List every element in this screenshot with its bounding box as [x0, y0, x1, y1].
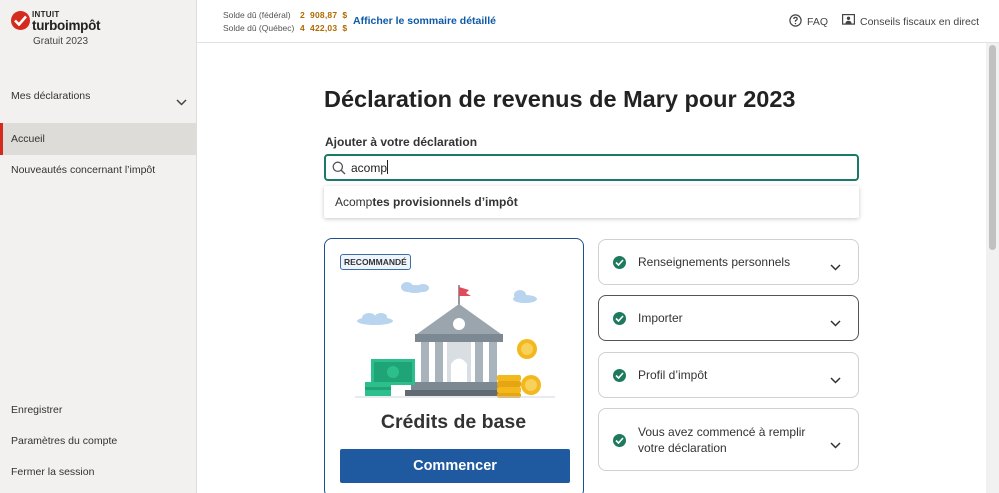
- checkmark-logo-icon: [11, 11, 30, 30]
- sidebar-item-fermer-session[interactable]: Fermer la session: [0, 461, 196, 483]
- sidebar-item-parametres[interactable]: Paramètres du compte: [0, 430, 196, 452]
- check-circle-icon: [613, 369, 626, 382]
- quebec-balance-amount: 4 422,03 $: [300, 23, 348, 33]
- sidebar-item-enregistrer[interactable]: Enregistrer: [0, 399, 196, 421]
- search-input[interactable]: acomp: [324, 154, 859, 181]
- recommended-card: RECOMMANDÉ Crédits de base Commencer: [324, 238, 584, 493]
- federal-balance-label: Solde dû (fédéral): [223, 10, 291, 20]
- accordion-profil-impot[interactable]: Profil d’impôt: [598, 352, 859, 398]
- card-title: Crédits de base: [380, 411, 527, 433]
- page-title: Déclaration de revenus de Mary pour 2023: [324, 86, 796, 112]
- accordion-importer[interactable]: Importer: [598, 295, 859, 341]
- top-bar: Solde dû (fédéral) 2 908,87 $ Solde dû (…: [197, 0, 999, 43]
- detailed-summary-link[interactable]: Afficher le sommaire détaillé: [353, 15, 496, 27]
- sidebar-item-accueil[interactable]: Accueil: [0, 123, 196, 155]
- check-circle-icon: [613, 256, 626, 269]
- question-circle-icon: [789, 14, 802, 30]
- sidebar-item-label: Accueil: [11, 133, 45, 145]
- scrollbar-thumb[interactable]: [989, 45, 996, 250]
- chevron-down-icon: [830, 436, 841, 454]
- sidebar-item-label: Nouveautés concernant l’impôt: [11, 164, 156, 176]
- chevron-down-icon: [830, 371, 841, 389]
- accordion-label: Importer: [638, 311, 683, 325]
- bank-building-illustration: [355, 282, 555, 398]
- accordion-label: Profil d’impôt: [638, 368, 708, 382]
- sidebar: INTUIT turboimpôt Gratuit 2023 Mes décla…: [0, 0, 197, 493]
- faq-label: FAQ: [807, 16, 829, 28]
- chevron-down-icon: [176, 91, 187, 115]
- check-circle-icon: [613, 434, 626, 447]
- sidebar-item-label: Enregistrer: [11, 404, 63, 416]
- logo-subtitle: Gratuit 2023: [33, 36, 89, 47]
- sidebar-item-nouveautes[interactable]: Nouveautés concernant l’impôt: [0, 158, 196, 182]
- sidebar-item-label: Fermer la session: [11, 466, 95, 478]
- monitor-person-icon: [842, 14, 856, 29]
- recommended-badge: RECOMMANDÉ: [340, 254, 411, 270]
- scrollbar[interactable]: [986, 43, 999, 493]
- conseils-label: Conseils fiscaux en direct: [860, 15, 980, 28]
- chevron-down-icon: [830, 258, 841, 276]
- logo-turboimpot-text: turboimpôt: [32, 18, 101, 33]
- sidebar-item-label: Mes déclarations: [11, 90, 91, 102]
- accordion-label: Renseignements personnels: [638, 255, 791, 269]
- accordion-declaration-commencee[interactable]: Vous avez commencé à remplir votre déclar…: [598, 408, 859, 471]
- check-circle-icon: [613, 312, 626, 325]
- search-icon: [332, 161, 346, 180]
- federal-balance-amount: 2 908,87 $: [300, 10, 348, 20]
- search-suggestions: Acomptes provisionnels d’impôt: [324, 186, 859, 218]
- accordion-label: Vous avez commencé à remplir votre déclar…: [638, 425, 806, 455]
- sidebar-item-label: Paramètres du compte: [11, 435, 118, 447]
- chevron-down-icon: [830, 314, 841, 332]
- commencer-button[interactable]: Commencer: [340, 449, 570, 483]
- live-tax-advice-link[interactable]: Conseils fiscaux en direct: [842, 14, 979, 29]
- suggestion-item[interactable]: Acomptes provisionnels d’impôt: [335, 195, 518, 209]
- quebec-balance-label: Solde dû (Québec): [223, 23, 295, 33]
- sidebar-item-mes-declarations[interactable]: Mes déclarations: [0, 84, 196, 108]
- search-value: acomp: [351, 160, 389, 175]
- faq-link[interactable]: FAQ: [789, 14, 828, 30]
- accordion-renseignements-personnels[interactable]: Renseignements personnels: [598, 239, 859, 285]
- add-to-return-label: Ajouter à votre déclaration: [325, 135, 478, 149]
